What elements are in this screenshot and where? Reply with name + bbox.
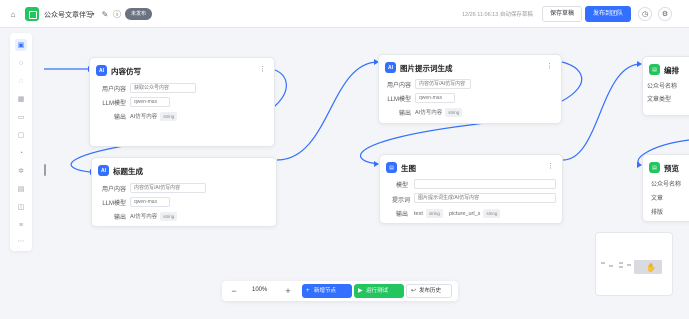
ai-icon: AI (96, 65, 107, 76)
type-tag: string (160, 212, 178, 221)
add-node-label: 新增节点 (314, 288, 337, 294)
node-title: 生图 (401, 164, 416, 173)
minimap-node (627, 264, 631, 266)
row-label: 排版 (651, 210, 664, 216)
zoom-in-button[interactable]: + (282, 284, 294, 298)
image-gen-icon: ▤ (386, 162, 397, 173)
type-tag: string (483, 209, 501, 218)
node-header: AI 标题生成 (98, 165, 270, 177)
row-label: 文章类型 (647, 97, 672, 103)
zoom-level: 100% (252, 287, 268, 293)
minimap[interactable]: ✋ (595, 232, 673, 296)
row-label: 提示词 (391, 198, 410, 204)
row-label: 输出 (113, 215, 126, 221)
ai-icon: AI (385, 62, 396, 73)
output-value: text string picture_url_s string (414, 209, 501, 218)
node-image-gen[interactable]: ▤ 生图 ⋮ 模型 提示词 图片提示词生成/AI仿写内容 输出 text stri… (379, 154, 563, 224)
more-icon[interactable]: ⋮ (259, 65, 266, 73)
row-label: 输出 (113, 115, 126, 121)
row-label: 文章 (651, 196, 664, 202)
prompt-field[interactable]: 图片提示词生成/AI仿写内容 (414, 193, 556, 203)
row-label: 模型 (395, 183, 408, 189)
node-header: AI 内容仿写 ⋮ (96, 65, 268, 77)
model-select[interactable]: qwen-max (415, 93, 455, 103)
node-header: AI 图片提示词生成 ⋮ (385, 62, 555, 74)
minimap-node (609, 265, 613, 267)
node-right-top[interactable]: ▤ 编排 公众号名称 文章类型 (642, 56, 689, 116)
input-field[interactable]: 获取公众号内容 (130, 83, 196, 93)
row-label: LLM模型 (102, 101, 126, 107)
history-icon: ↩ (411, 288, 417, 294)
output-name: text (414, 211, 423, 217)
zoom-out-button[interactable]: − (228, 284, 240, 298)
more-icon[interactable]: ⋮ (547, 162, 554, 170)
node-header: ▤ 生图 ⋮ (386, 162, 556, 174)
node-content-write[interactable]: AI 内容仿写 ⋮ 用户内容 获取公众号内容 LLM模型 qwen-max 输出… (89, 57, 275, 147)
output-name: AI仿写内容 (415, 110, 443, 116)
node-title: 图片提示词生成 (400, 64, 453, 73)
minimap-node (619, 266, 623, 268)
type-tag: string (160, 112, 178, 121)
add-node-button[interactable]: + 新增节点 (302, 284, 352, 298)
node-title: 编排 (664, 66, 679, 75)
preview-icon: ▤ (649, 162, 660, 173)
input-field[interactable]: 内容仿写/AI仿写内容 (415, 79, 471, 89)
minimap-node (601, 262, 605, 264)
row-label: 用户内容 (101, 187, 126, 193)
node-right-bottom[interactable]: ▤ 预览 公众号名称 文章 排版 (642, 154, 689, 222)
row-label: 公众号名称 (651, 182, 682, 188)
node-title: 内容仿写 (111, 67, 141, 76)
model-select[interactable]: qwen-max (130, 97, 170, 107)
node-image-prompt[interactable]: AI 图片提示词生成 ⋮ 用户内容 内容仿写/AI仿写内容 LLM模型 qwen… (378, 54, 562, 124)
type-tag: string (425, 209, 443, 218)
output-value: AI仿写内容 string (415, 108, 463, 117)
row-label: 用户内容 (101, 87, 126, 93)
ai-icon: AI (98, 165, 109, 176)
layout-icon: ▤ (649, 64, 660, 75)
row-label: 输出 (398, 111, 411, 117)
node-title-gen[interactable]: AI 标题生成 用户内容 内容仿写/AI仿写内容 LLM模型 qwen-max … (91, 157, 277, 227)
edge-image-right (562, 63, 642, 161)
output-name: picture_url_s (448, 211, 481, 217)
row-label: 公众号名称 (647, 84, 678, 90)
type-tag: string (445, 108, 463, 117)
model-select[interactable] (414, 179, 556, 189)
more-icon[interactable]: ⋮ (546, 62, 553, 70)
row-label: 输出 (395, 212, 408, 218)
row-label: LLM模型 (387, 97, 411, 103)
node-header: ▤ 编排 (649, 64, 689, 76)
node-title: 标题生成 (113, 167, 143, 176)
minimap-node (619, 262, 623, 264)
node-header: ▤ 预览 (649, 162, 689, 174)
output-name: AI仿写内容 (130, 114, 158, 120)
run-test-label: 运行测试 (366, 288, 389, 294)
input-field[interactable]: 内容仿写/AI仿写内容 (130, 183, 206, 193)
output-value: AI仿写内容 string (130, 212, 178, 221)
node-title: 预览 (664, 164, 679, 173)
bottom-toolbar: − 100% + + 新增节点 ▶ 运行测试 ↩ 发布历史 (222, 281, 458, 301)
edge-title-image-prompt (276, 61, 379, 161)
plus-icon: + (306, 288, 310, 294)
run-test-button[interactable]: ▶ 运行测试 (354, 284, 404, 298)
row-label: LLM模型 (102, 201, 126, 207)
output-name: AI仿写内容 (130, 214, 158, 220)
publish-history-button[interactable]: ↩ 发布历史 (406, 284, 452, 298)
play-icon: ▶ (358, 288, 363, 294)
hand-icon: ✋ (646, 263, 656, 272)
output-value: AI仿写内容 string (130, 112, 178, 121)
row-label: 用户内容 (386, 83, 411, 89)
publish-history-label: 发布历史 (419, 288, 442, 294)
model-select[interactable]: qwen-max (130, 197, 170, 207)
